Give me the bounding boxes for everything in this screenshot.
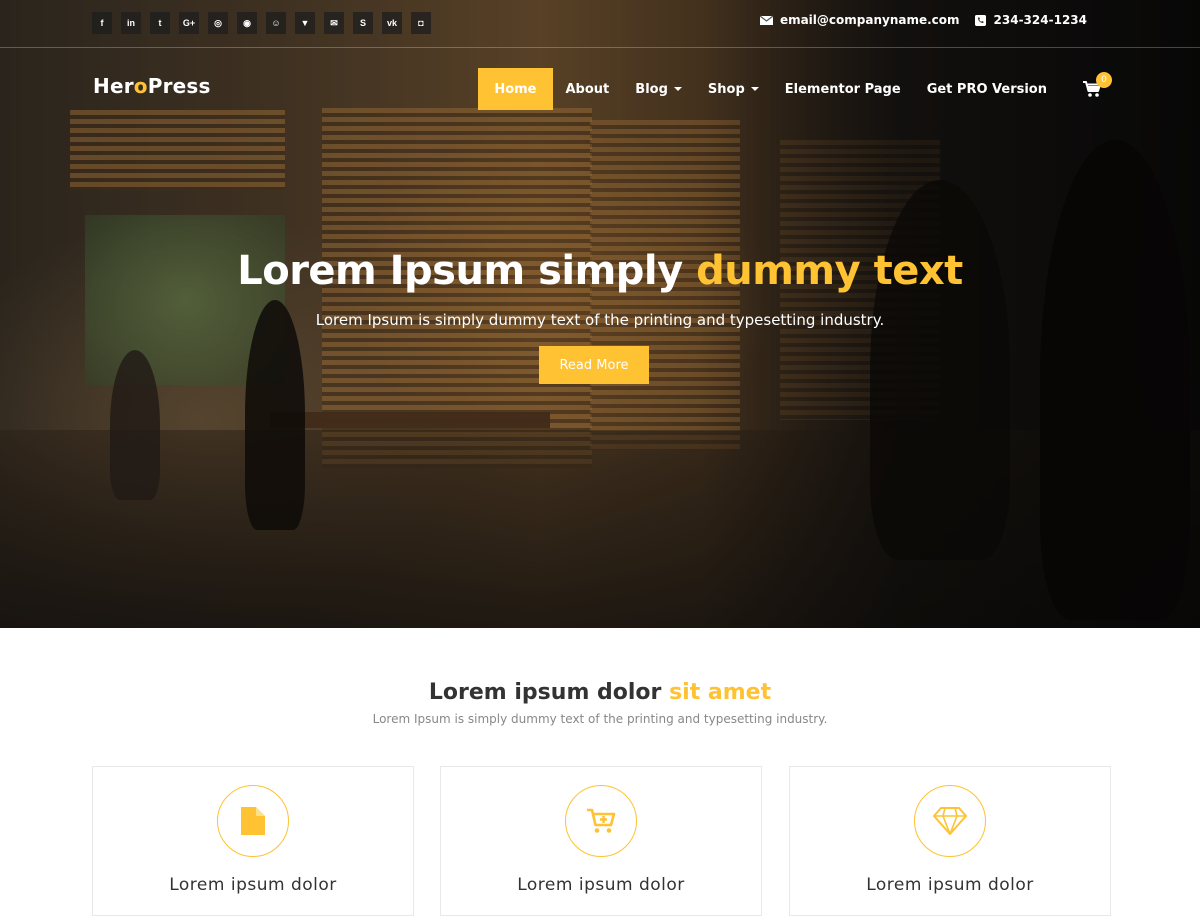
feature-card-title: Lorem ipsum dolor xyxy=(517,875,685,895)
feature-card[interactable]: Lorem ipsum dolor xyxy=(789,766,1111,916)
card-icon-circle xyxy=(217,785,289,857)
document-icon xyxy=(241,807,265,835)
hero-banner: f in t G+ ◎ ◉ ☺ ▼ ✉ Svk ◘ email@companyname.com 23… xyxy=(0,0,1200,628)
nav-item-label: Shop xyxy=(707,81,745,97)
nav-item-label: Blog xyxy=(635,81,668,97)
nav-item-get-pro[interactable]: Get PRO Version xyxy=(914,68,1060,110)
foursquare-icon[interactable]: ▼ xyxy=(295,12,315,34)
contact-email-text[interactable]: email@companyname.com xyxy=(780,13,960,27)
feature-card-title: Lorem ipsum dolor xyxy=(866,875,1034,895)
linkedin-icon[interactable]: in xyxy=(121,12,141,34)
vk-icon[interactable]: vk xyxy=(382,12,402,34)
nav-item-about[interactable]: About xyxy=(553,68,623,110)
section-title: Lorem ipsum dolor sit amet xyxy=(0,680,1200,705)
hero-subtitle: Lorem Ipsum is simply dummy text of the … xyxy=(315,311,885,329)
top-bar: f in t G+ ◎ ◉ ☺ ▼ ✉ Svk ◘ email@companyname.com 23… xyxy=(0,0,1200,48)
chevron-down-icon xyxy=(673,87,682,91)
contact-email[interactable]: email@companyname.com xyxy=(759,13,960,27)
section-title-accent: sit amet xyxy=(669,680,772,705)
phone-icon xyxy=(974,14,986,26)
chevron-down-icon xyxy=(750,87,759,91)
diamond-icon xyxy=(933,807,967,835)
logo-accent: o xyxy=(133,74,148,98)
card-icon-circle xyxy=(565,785,637,857)
nav-item-home[interactable]: Home xyxy=(478,68,553,110)
logo-text-part: Her xyxy=(93,74,134,98)
section-title-main: Lorem ipsum dolor xyxy=(428,680,670,705)
nav-item-shop[interactable]: Shop xyxy=(695,68,772,110)
instagram-icon[interactable]: ◎ xyxy=(208,12,228,34)
nav-item-blog[interactable]: Blog xyxy=(622,68,695,110)
google-plus-icon[interactable]: G+ xyxy=(179,12,199,34)
hero-title: Lorem Ipsum simply dummy text xyxy=(0,248,1200,294)
cart-count-badge: 0 xyxy=(1096,72,1112,88)
yelp-icon[interactable]: ◘ xyxy=(411,12,431,34)
hero-title-main: Lorem Ipsum simply xyxy=(237,248,697,294)
nav-item-label: About xyxy=(565,81,610,97)
feature-card-title: Lorem ipsum dolor xyxy=(169,875,337,895)
cart-plus-icon xyxy=(587,808,616,833)
github-icon[interactable]: ☺ xyxy=(266,12,286,34)
card-icon-circle xyxy=(914,785,986,857)
nav-item-label: Get PRO Version xyxy=(926,81,1047,97)
nav-item-label: Home xyxy=(494,81,537,97)
main-nav: Home About Blog Shop Elementor Page Get … xyxy=(478,68,1060,110)
dribbble-icon[interactable]: ◉ xyxy=(237,12,257,34)
facebook-icon[interactable]: f xyxy=(92,12,112,34)
hero-title-accent: dummy text xyxy=(696,248,963,294)
contact-info: email@companyname.com 234-324-1234 xyxy=(759,13,1087,27)
read-more-button[interactable]: Read More xyxy=(539,346,649,384)
feature-card[interactable]: Lorem ipsum dolor xyxy=(92,766,414,916)
email-icon[interactable]: ✉ xyxy=(324,12,344,34)
logo-text-part: Press xyxy=(147,74,211,98)
twitter-icon[interactable]: t xyxy=(150,12,170,34)
contact-phone[interactable]: 234-324-1234 xyxy=(974,13,1087,27)
feature-card[interactable]: Lorem ipsum dolor xyxy=(440,766,762,916)
contact-phone-text[interactable]: 234-324-1234 xyxy=(994,13,1087,27)
social-links: f in t G+ ◎ ◉ ☺ ▼ ✉ Svk ◘ xyxy=(92,12,431,34)
skype-icon[interactable]: S xyxy=(353,12,373,34)
nav-item-label: Elementor Page xyxy=(784,81,901,97)
section-subtitle: Lorem Ipsum is simply dummy text of the … xyxy=(372,712,828,726)
nav-item-elementor-page[interactable]: Elementor Page xyxy=(772,68,914,110)
envelope-icon xyxy=(759,15,773,25)
site-logo[interactable]: HeroPress xyxy=(93,74,211,98)
